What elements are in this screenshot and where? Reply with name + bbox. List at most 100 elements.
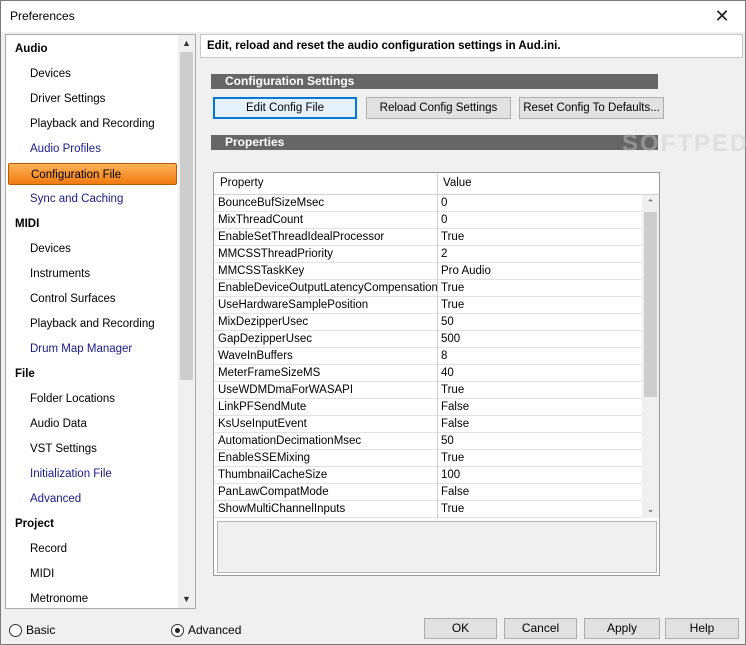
property-name: ShowMultiChannelInputs [218, 503, 346, 515]
property-name: EnableSetThreadIdealProcessor [218, 231, 385, 243]
column-divider [437, 280, 438, 297]
nav-item[interactable]: MIDI [30, 563, 54, 585]
nav-item[interactable]: Advanced [30, 488, 81, 510]
help-button[interactable]: Help [665, 618, 739, 639]
column-divider [437, 297, 438, 314]
property-value[interactable]: True [441, 297, 464, 313]
property-name: UseWDMDmaForWASAPI [218, 384, 354, 396]
cancel-button[interactable]: Cancel [504, 618, 577, 639]
property-value[interactable]: True [441, 450, 464, 466]
table-row[interactable]: MMCSSThreadPriority 2 [214, 246, 642, 263]
table-row[interactable]: EnableDeviceOutputLatencyCompensation Tru… [214, 280, 642, 297]
scroll-up-icon[interactable]: ⌃ [642, 195, 659, 212]
table-row[interactable]: UseWDMDmaForWASAPI True [214, 382, 642, 399]
property-value[interactable]: 100 [441, 467, 460, 483]
scroll-up-icon[interactable]: ▲ [178, 35, 195, 52]
ok-button[interactable]: OK [424, 618, 497, 639]
table-row[interactable]: LinkPFSendMute False [214, 399, 642, 416]
column-divider [437, 229, 438, 246]
column-divider [437, 348, 438, 365]
nav-item[interactable]: Playback and Recording [30, 313, 155, 335]
property-value[interactable]: 8 [441, 348, 447, 364]
nav-item[interactable]: Project [15, 513, 54, 535]
value-column-header[interactable]: Value [443, 177, 472, 189]
table-row[interactable]: MMCSSTaskKey Pro Audio [214, 263, 642, 280]
table-row[interactable]: MixThreadCount 0 [214, 212, 642, 229]
property-column-header[interactable]: Property [220, 177, 263, 189]
nav-item[interactable]: Sync and Caching [30, 188, 123, 210]
property-value[interactable]: 40 [441, 365, 454, 381]
property-value[interactable]: 50 [441, 314, 454, 330]
scroll-down-icon[interactable]: ▼ [178, 591, 195, 608]
table-row[interactable]: WaveInBuffers 8 [214, 348, 642, 365]
property-value[interactable]: 0 [441, 195, 447, 211]
property-value[interactable]: False [441, 484, 469, 500]
nav-list: Audio Devices Driver Settings Playback and … [6, 35, 179, 608]
table-row[interactable]: UseHardwareSamplePosition True [214, 297, 642, 314]
nav-item[interactable]: Folder Locations [30, 388, 115, 410]
property-value[interactable]: 500 [441, 331, 460, 347]
property-value[interactable]: 2 [441, 246, 447, 262]
table-row[interactable]: AutomationDecimationMsec 50 [214, 433, 642, 450]
reset-config-button[interactable]: Reset Config To Defaults... [519, 97, 664, 119]
nav-item[interactable]: Configuration File [8, 163, 177, 185]
properties-grid: Property Value BounceBufSizeMsec 0 MixThre… [213, 172, 660, 576]
nav-item[interactable]: Metronome [30, 588, 88, 608]
nav-item[interactable]: Control Surfaces [30, 288, 116, 310]
nav-item[interactable]: Playback and Recording [30, 113, 155, 135]
table-row[interactable]: GapDezipperUsec 500 [214, 331, 642, 348]
property-value[interactable]: True [441, 229, 464, 245]
nav-item[interactable]: MIDI [15, 213, 39, 235]
property-name: LinkPFSendMute [218, 401, 307, 413]
table-row[interactable]: MixDezipperUsec 50 [214, 314, 642, 331]
column-divider [437, 365, 438, 382]
table-row[interactable]: MeterFrameSizeMS 40 [214, 365, 642, 382]
property-value[interactable]: Pro Audio [441, 263, 491, 279]
property-value[interactable]: 0 [441, 212, 447, 228]
property-description-box [217, 521, 657, 573]
property-value[interactable]: True [441, 382, 464, 398]
table-row[interactable]: KsUseInputEvent False [214, 416, 642, 433]
table-row[interactable]: ThumbnailCacheSize 100 [214, 467, 642, 484]
scroll-down-icon[interactable]: ⌄ [642, 501, 659, 518]
grid-scrollbar[interactable]: ⌃ ⌄ [642, 195, 659, 518]
table-row[interactable]: ShowMultiChannelInputs True [214, 501, 642, 518]
reload-config-button[interactable]: Reload Config Settings [366, 97, 511, 119]
nav-scrollbar[interactable]: ▲ ▼ [178, 35, 195, 608]
apply-button[interactable]: Apply [584, 618, 660, 639]
nav-item[interactable]: Audio Profiles [30, 138, 101, 160]
close-icon[interactable]: ✕ [699, 1, 745, 32]
table-row[interactable]: EnableSetThreadIdealProcessor True [214, 229, 642, 246]
property-value[interactable]: True [441, 501, 464, 517]
grid-scroll-thumb[interactable] [644, 212, 657, 397]
edit-config-button[interactable]: Edit Config File [213, 97, 357, 119]
property-value[interactable]: True [441, 280, 464, 296]
radio-off-icon[interactable] [9, 623, 22, 637]
basic-radio[interactable]: Basic [9, 622, 55, 638]
table-row[interactable]: EnableSSEMixing True [214, 450, 642, 467]
grid-header: Property Value [214, 173, 659, 195]
property-value[interactable]: False [441, 416, 469, 432]
nav-item[interactable]: Devices [30, 238, 71, 260]
nav-item[interactable]: Driver Settings [30, 88, 105, 110]
table-row[interactable]: BounceBufSizeMsec 0 [214, 195, 642, 212]
column-divider [437, 450, 438, 467]
nav-item[interactable]: Drum Map Manager [30, 338, 132, 360]
nav-item[interactable]: Audio Data [30, 413, 87, 435]
grid-rows: BounceBufSizeMsec 0 MixThreadCount 0 EnableS… [214, 195, 642, 518]
nav-item[interactable]: File [15, 363, 35, 385]
nav-item[interactable]: Devices [30, 63, 71, 85]
nav-item[interactable]: Instruments [30, 263, 90, 285]
nav-scroll-thumb[interactable] [180, 52, 193, 380]
radio-on-icon[interactable] [171, 623, 184, 637]
table-row[interactable]: PanLawCompatMode False [214, 484, 642, 501]
config-section-header: Configuration Settings [211, 74, 658, 89]
nav-item[interactable]: VST Settings [30, 438, 97, 460]
property-value[interactable]: False [441, 399, 469, 415]
advanced-radio[interactable]: Advanced [171, 622, 241, 638]
nav-item[interactable]: Initialization File [30, 463, 112, 485]
property-name: MixThreadCount [218, 214, 304, 226]
property-value[interactable]: 50 [441, 433, 454, 449]
nav-item[interactable]: Record [30, 538, 67, 560]
nav-item[interactable]: Audio [15, 38, 48, 60]
